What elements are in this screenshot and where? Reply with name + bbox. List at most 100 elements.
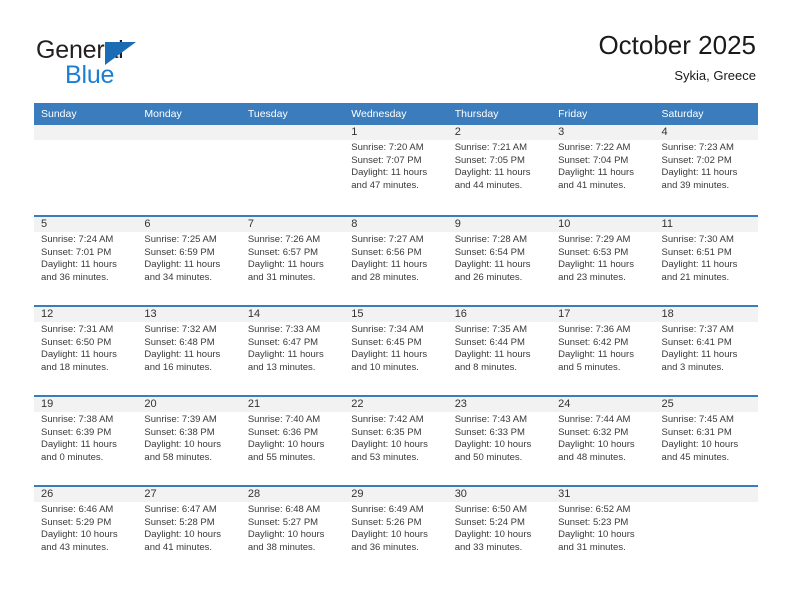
day-number: 16: [454, 308, 467, 320]
day-cell[interactable]: 23 Sunrise: 7:43 AM Sunset: 6:33 PM Dayligh…: [448, 397, 551, 485]
day-cell[interactable]: 15 Sunrise: 7:34 AM Sunset: 6:45 PM Dayligh…: [344, 307, 447, 395]
day-cell[interactable]: 1 Sunrise: 7:20 AM Sunset: 7:07 PM Daylight…: [344, 125, 447, 215]
day-cell[interactable]: 14 Sunrise: 7:33 AM Sunset: 6:47 PM Dayligh…: [241, 307, 344, 395]
day-cell[interactable]: 22 Sunrise: 7:42 AM Sunset: 6:35 PM Dayligh…: [344, 397, 447, 485]
day-daylight1-text: Daylight: 10 hours: [247, 439, 325, 451]
day-cell[interactable]: 27 Sunrise: 6:47 AM Sunset: 5:28 PM Dayligh…: [137, 487, 240, 575]
day-cell[interactable]: 25 Sunrise: 7:45 AM Sunset: 6:31 PM Dayligh…: [655, 397, 758, 485]
day-number: 12: [41, 308, 54, 320]
day-cell[interactable]: 17 Sunrise: 7:36 AM Sunset: 6:42 PM Dayligh…: [551, 307, 654, 395]
day-number: 3: [558, 126, 565, 138]
day-sun-info: Sunrise: 7:24 AM Sunset: 7:01 PM Daylight:…: [41, 234, 133, 284]
day-cell[interactable]: 16 Sunrise: 7:35 AM Sunset: 6:44 PM Dayligh…: [448, 307, 551, 395]
day-daylight1-text: Daylight: 11 hours: [558, 167, 634, 179]
day-cell[interactable]: 21 Sunrise: 7:40 AM Sunset: 6:36 PM Dayligh…: [241, 397, 344, 485]
day-number: 28: [247, 488, 261, 500]
day-sun-info: Sunrise: 7:30 AM Sunset: 6:51 PM Daylight:…: [662, 234, 754, 284]
day-sunset-text: Sunset: 6:35 PM: [351, 426, 422, 438]
day-sunset-text: Sunset: 6:31 PM: [661, 426, 732, 438]
day-sunrise-text: Sunrise: 7:31 AM: [41, 324, 114, 335]
day-sunrise-text: Sunrise: 7:45 AM: [661, 414, 734, 425]
day-daylight2-text: and 13 minutes.: [247, 361, 316, 373]
day-number: 27: [144, 488, 157, 500]
day-daylight2-text: and 23 minutes.: [558, 271, 626, 283]
weekday-header-monday: Monday: [144, 108, 182, 120]
day-cell[interactable]: 9 Sunrise: 7:28 AM Sunset: 6:54 PM Daylight…: [448, 217, 551, 305]
calendar-week-row: 1 Sunrise: 7:20 AM Sunset: 7:07 PM Daylight…: [34, 125, 758, 215]
calendar-week-row: 19 Sunrise: 7:38 AM Sunset: 6:39 PM Dayligh…: [34, 395, 758, 485]
day-cell[interactable]: 13 Sunrise: 7:32 AM Sunset: 6:48 PM Dayligh…: [137, 307, 240, 395]
day-daylight1-text: Daylight: 11 hours: [454, 349, 531, 361]
day-sunset-text: Sunset: 7:01 PM: [41, 246, 112, 258]
day-sunset-text: Sunset: 7:07 PM: [351, 154, 422, 166]
day-sunrise-text: Sunrise: 7:30 AM: [661, 234, 734, 245]
day-sunrise-text: Sunrise: 7:35 AM: [454, 324, 528, 335]
weekday-header-tuesday: Tuesday: [247, 108, 288, 120]
day-sun-info: Sunrise: 7:20 AM Sunset: 7:07 PM Daylight:…: [351, 142, 443, 192]
day-cell[interactable]: 5 Sunrise: 7:24 AM Sunset: 7:01 PM Daylight…: [34, 217, 137, 305]
day-daylight2-text: and 55 minutes.: [247, 451, 316, 463]
day-sunset-text: Sunset: 6:38 PM: [144, 426, 215, 438]
day-cell[interactable]: 18 Sunrise: 7:37 AM Sunset: 6:41 PM Dayligh…: [655, 307, 758, 395]
day-cell[interactable]: 4 Sunrise: 7:23 AM Sunset: 7:02 PM Daylight…: [655, 125, 758, 215]
day-number: 20: [144, 398, 157, 410]
day-daylight2-text: and 39 minutes.: [661, 179, 730, 191]
day-daylight2-text: and 10 minutes.: [351, 361, 419, 373]
day-sunrise-text: Sunrise: 7:40 AM: [247, 414, 321, 425]
day-cell[interactable]: 3 Sunrise: 7:22 AM Sunset: 7:04 PM Daylight…: [551, 125, 654, 215]
weekday-header-friday: Friday: [558, 108, 588, 120]
day-sunset-text: Sunset: 6:54 PM: [454, 246, 525, 258]
day-cell[interactable]: 12 Sunrise: 7:31 AM Sunset: 6:50 PM Dayligh…: [34, 307, 137, 395]
day-daylight1-text: Daylight: 10 hours: [41, 529, 118, 541]
day-sun-info: Sunrise: 7:21 AM Sunset: 7:05 PM Daylight:…: [455, 142, 547, 192]
day-number: 18: [661, 308, 674, 320]
day-cell[interactable]: 7 Sunrise: 7:26 AM Sunset: 6:57 PM Daylight…: [241, 217, 344, 305]
day-sunrise-text: Sunrise: 7:33 AM: [247, 324, 321, 335]
day-sun-info: Sunrise: 7:40 AM Sunset: 6:36 PM Daylight:…: [248, 414, 340, 464]
day-daylight1-text: Daylight: 11 hours: [247, 259, 324, 271]
day-cell[interactable]: 30 Sunrise: 6:50 AM Sunset: 5:24 PM Dayligh…: [448, 487, 551, 575]
day-cell[interactable]: 10 Sunrise: 7:29 AM Sunset: 6:53 PM Dayligh…: [551, 217, 654, 305]
day-sunset-text: Sunset: 7:04 PM: [558, 154, 629, 166]
day-daylight1-text: Daylight: 11 hours: [351, 349, 428, 361]
day-daylight2-text: and 31 minutes.: [558, 541, 626, 553]
day-sunrise-text: Sunrise: 7:25 AM: [144, 234, 217, 245]
day-number: 21: [247, 398, 261, 410]
weekday-header-wednesday: Wednesday: [351, 108, 407, 120]
day-cell[interactable]: 19 Sunrise: 7:38 AM Sunset: 6:39 PM Dayligh…: [34, 397, 137, 485]
day-daylight1-text: Daylight: 10 hours: [454, 439, 532, 451]
day-cell[interactable]: 24 Sunrise: 7:44 AM Sunset: 6:32 PM Dayligh…: [551, 397, 654, 485]
day-cell[interactable]: 11 Sunrise: 7:30 AM Sunset: 6:51 PM Dayligh…: [655, 217, 758, 305]
day-cell[interactable]: 29 Sunrise: 6:49 AM Sunset: 5:26 PM Dayligh…: [344, 487, 447, 575]
day-cell[interactable]: 28 Sunrise: 6:48 AM Sunset: 5:27 PM Dayligh…: [241, 487, 344, 575]
day-sunrise-text: Sunrise: 7:37 AM: [661, 324, 734, 335]
day-number: 24: [558, 398, 571, 410]
week-cells: 5 Sunrise: 7:24 AM Sunset: 7:01 PM Daylight…: [34, 217, 758, 305]
day-daylight1-text: Daylight: 11 hours: [41, 349, 117, 361]
day-sun-info: Sunrise: 7:31 AM Sunset: 6:50 PM Daylight:…: [41, 324, 133, 374]
day-cell[interactable]: 26 Sunrise: 6:46 AM Sunset: 5:29 PM Dayligh…: [34, 487, 137, 575]
day-cell[interactable]: 31 Sunrise: 6:52 AM Sunset: 5:23 PM Dayligh…: [551, 487, 654, 575]
day-daylight1-text: Daylight: 11 hours: [558, 259, 634, 271]
day-sunrise-text: Sunrise: 7:38 AM: [41, 414, 114, 425]
day-cell[interactable]: 20 Sunrise: 7:39 AM Sunset: 6:38 PM Dayligh…: [137, 397, 240, 485]
day-sun-info: Sunrise: 7:22 AM Sunset: 7:04 PM Daylight:…: [558, 142, 650, 192]
week-cells: 19 Sunrise: 7:38 AM Sunset: 6:39 PM Dayligh…: [34, 397, 758, 485]
day-sun-info: Sunrise: 6:47 AM Sunset: 5:28 PM Daylight:…: [144, 504, 236, 554]
day-cell[interactable]: 8 Sunrise: 7:27 AM Sunset: 6:56 PM Daylight…: [344, 217, 447, 305]
day-sunrise-text: Sunrise: 7:27 AM: [351, 234, 424, 245]
day-sun-info: Sunrise: 7:44 AM Sunset: 6:32 PM Daylight:…: [558, 414, 650, 464]
day-sunset-text: Sunset: 6:48 PM: [144, 336, 215, 348]
title-block: October 2025 Sykia, Greece: [598, 29, 756, 85]
general-blue-logo: General Blue: [36, 36, 266, 92]
day-sunrise-text: Sunrise: 7:21 AM: [454, 142, 528, 153]
day-daylight1-text: Daylight: 10 hours: [351, 529, 428, 541]
day-cell[interactable]: 6 Sunrise: 7:25 AM Sunset: 6:59 PM Daylight…: [137, 217, 240, 305]
calendar-grid: Sunday Monday Tuesday Wednesday Thursday…: [34, 103, 758, 575]
day-sunrise-text: Sunrise: 7:20 AM: [351, 142, 424, 153]
day-cell[interactable]: 2 Sunrise: 7:21 AM Sunset: 7:05 PM Daylight…: [448, 125, 551, 215]
day-sun-info: Sunrise: 7:33 AM Sunset: 6:47 PM Daylight:…: [248, 324, 340, 374]
day-sunset-text: Sunset: 6:45 PM: [351, 336, 422, 348]
day-sun-info: Sunrise: 6:52 AM Sunset: 5:23 PM Daylight:…: [558, 504, 650, 554]
day-daylight2-text: and 36 minutes.: [41, 271, 109, 283]
